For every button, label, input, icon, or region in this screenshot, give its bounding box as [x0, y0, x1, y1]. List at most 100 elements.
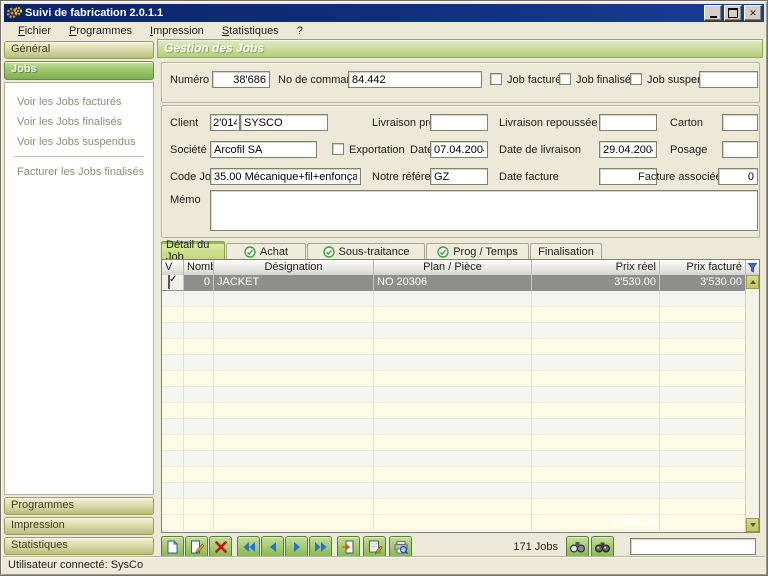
titlebar[interactable]: Suivi de fabrication 2.0.1.1 ✕ — [4, 4, 764, 22]
search-all-button[interactable] — [591, 536, 614, 558]
maximize-button[interactable] — [724, 5, 742, 21]
job-details-groupbox: Client Livraison prévue Livraison repous… — [161, 105, 760, 238]
cell-nombre: 0 — [184, 275, 214, 291]
date-facture-label: Date facture — [499, 171, 559, 183]
export-job-button[interactable] — [337, 536, 360, 558]
main-panel: Gestion des Jobs Numéro No de commande J… — [157, 39, 763, 555]
sidebar-item-voir-jobs-factures[interactable]: Voir les Jobs facturés — [5, 92, 153, 112]
menu-impression[interactable]: Impression — [141, 23, 213, 39]
grid-empty-row[interactable] — [162, 467, 746, 483]
menu-programmes[interactable]: Programmes — [60, 23, 141, 39]
job-suspendu-checkbox[interactable] — [630, 73, 642, 85]
col-header-prix-facture[interactable]: Prix facturé — [660, 260, 746, 275]
sidebar-section-impression[interactable]: Impression — [4, 517, 154, 535]
minimize-icon — [710, 16, 717, 18]
tab-prog-temps[interactable]: Prog / Temps — [426, 243, 529, 259]
memo-field[interactable] — [210, 190, 758, 231]
grid-empty-row[interactable] — [162, 339, 746, 355]
sidebar-section-jobs[interactable]: Jobs — [4, 61, 154, 80]
col-header-nombre[interactable]: Nombre — [184, 260, 214, 275]
numero-field[interactable] — [212, 71, 270, 88]
job-finalise-label: Job finalisé — [576, 74, 631, 86]
menu-fichier[interactable]: Fichier — [9, 23, 60, 39]
menu-help[interactable]: ? — [288, 23, 312, 39]
scroll-up-button[interactable] — [746, 275, 759, 289]
gears-app-icon — [6, 6, 22, 20]
arrow-up-icon — [750, 280, 756, 284]
grid-empty-row[interactable] — [162, 371, 746, 387]
grid-empty-row[interactable] — [162, 483, 746, 499]
grid-empty-row[interactable] — [162, 387, 746, 403]
grid-empty-row[interactable] — [162, 307, 746, 323]
grid-filter-button[interactable] — [746, 260, 759, 275]
tab-achat[interactable]: Achat — [226, 243, 306, 259]
grid-empty-row[interactable] — [162, 291, 746, 307]
grid-empty-row[interactable] — [162, 499, 746, 515]
sidebar-item-voir-jobs-finalises[interactable]: Voir les Jobs finalisés — [5, 112, 153, 132]
client-name-field[interactable] — [240, 114, 328, 131]
code-job-field[interactable] — [210, 168, 361, 185]
previous-record-button[interactable] — [261, 536, 284, 558]
minimize-button[interactable] — [704, 5, 722, 21]
job-facture-checkbox[interactable] — [490, 73, 502, 85]
tab-detail-du-job[interactable]: Détail du Job — [161, 241, 225, 259]
client-no-field[interactable] — [210, 114, 240, 131]
date-entree-field[interactable] — [430, 141, 488, 158]
row-checkbox[interactable] — [168, 275, 170, 289]
sidebar-section-general[interactable]: Général — [4, 41, 154, 59]
app-window: Suivi de fabrication 2.0.1.1 ✕ Fichier P… — [0, 0, 768, 576]
next-record-button[interactable] — [285, 536, 308, 558]
grid-vertical-scrollbar[interactable] — [745, 275, 759, 532]
new-document-icon — [166, 540, 179, 554]
grid-selected-row[interactable]: 0 JACKET NO 20306 3'530.00 3'530.00 — [162, 275, 746, 291]
print-preview-button[interactable] — [389, 536, 412, 558]
job-finalise-checkbox[interactable] — [559, 73, 571, 85]
no-commande-field[interactable] — [348, 71, 482, 88]
edit-record-button[interactable] — [185, 536, 208, 558]
sidebar-item-voir-jobs-suspendus[interactable]: Voir les Jobs suspendus — [5, 132, 153, 152]
facture-associee-field[interactable] — [718, 168, 758, 185]
validate-job-button[interactable] — [363, 536, 386, 558]
notre-reference-field[interactable] — [430, 168, 488, 185]
last-record-button[interactable] — [309, 536, 332, 558]
grid-empty-row[interactable] — [162, 355, 746, 371]
quick-search-input[interactable] — [630, 538, 756, 555]
date-livraison-field[interactable] — [599, 141, 657, 158]
col-header-designation[interactable]: Désignation — [214, 260, 374, 275]
grid-empty-row[interactable] — [162, 419, 746, 435]
scroll-down-button[interactable] — [746, 518, 759, 532]
grid-empty-row[interactable] — [162, 435, 746, 451]
delete-record-button[interactable] — [209, 536, 232, 558]
green-check-icon — [323, 246, 335, 258]
exportation-checkbox[interactable] — [332, 143, 344, 155]
grid-body[interactable]: 0 JACKET NO 20306 3'530.00 3'530.00 — [162, 275, 746, 532]
tab-finalisation[interactable]: Finalisation — [530, 243, 602, 259]
next-icon — [293, 542, 301, 552]
first-record-button[interactable] — [237, 536, 260, 558]
col-header-v[interactable]: V — [162, 260, 184, 275]
sidebar-section-programmes[interactable]: Programmes — [4, 497, 154, 515]
window-title: Suivi de fabrication 2.0.1.1 — [25, 7, 163, 19]
cell-prix-facture: 3'530.00 — [660, 275, 746, 291]
col-header-plan-piece[interactable]: Plan / Pièce — [374, 260, 532, 275]
close-button[interactable]: ✕ — [744, 5, 762, 21]
search-button[interactable] — [566, 536, 589, 558]
carton-field[interactable] — [722, 114, 758, 131]
tab-sous-traitance[interactable]: Sous-traitance — [307, 243, 425, 259]
menu-statistiques[interactable]: Statistiques — [213, 23, 288, 39]
grid-empty-row[interactable] — [162, 403, 746, 419]
livraison-repoussee-field[interactable] — [599, 114, 657, 131]
exportation-label: Exportation — [349, 144, 405, 156]
job-id-groupbox: Numéro No de commande Job facturé Job fi… — [161, 62, 760, 103]
societe-field[interactable] — [210, 141, 317, 158]
sidebar-section-statistiques[interactable]: Statistiques — [4, 537, 154, 555]
grid-empty-row[interactable] — [162, 451, 746, 467]
grid-empty-row[interactable] — [162, 323, 746, 339]
livraison-prevue-field[interactable] — [430, 114, 488, 131]
total-prix-reel: 3'530.00 — [532, 515, 660, 531]
new-record-button[interactable] — [161, 536, 184, 558]
suspendu-field[interactable] — [699, 71, 758, 88]
posage-field[interactable] — [722, 141, 758, 158]
sidebar-item-facturer-jobs-finalises[interactable]: Facturer les Jobs finalisés — [5, 162, 153, 182]
col-header-prix-reel[interactable]: Prix réel — [532, 260, 660, 275]
